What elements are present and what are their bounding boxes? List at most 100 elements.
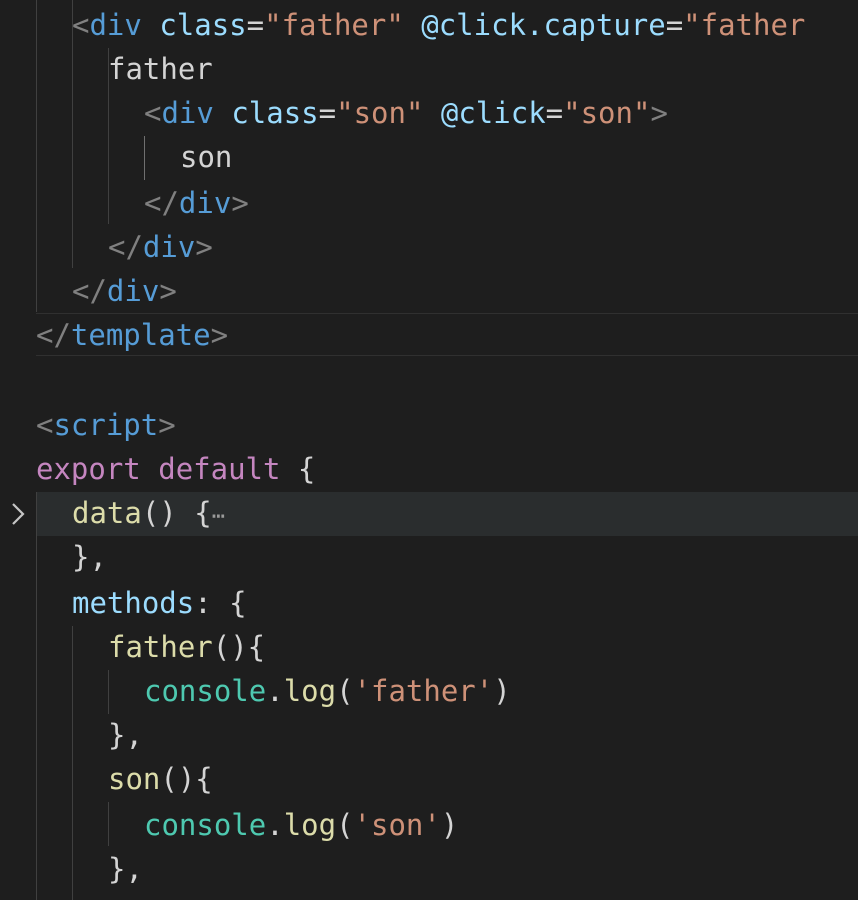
code-token: (){	[160, 762, 213, 796]
code-token: 'father'	[353, 674, 494, 708]
code-text: export default {	[36, 447, 315, 491]
code-token: </	[108, 230, 143, 264]
code-text: console.log('father')	[144, 669, 511, 713]
code-line[interactable]: </div>	[0, 181, 858, 225]
code-token: =	[545, 96, 564, 130]
code-token: console	[144, 674, 267, 708]
code-editor[interactable]: <div class="father" @click.capture="fath…	[0, 0, 858, 900]
code-text: </div>	[144, 181, 249, 225]
code-line[interactable]: data() {⋯	[0, 491, 858, 535]
code-text: methods: {	[72, 581, 247, 625]
code-token: console	[144, 808, 267, 842]
code-line[interactable]: </div>	[0, 269, 858, 313]
code-token: () {	[141, 496, 212, 530]
code-token: },	[108, 852, 143, 886]
code-line[interactable]: },	[0, 713, 858, 757]
code-line[interactable]: <div class="father" @click.capture="fath…	[0, 3, 858, 47]
code-line[interactable]: console.log('son')	[0, 803, 858, 847]
code-text: </div>	[108, 225, 213, 269]
code-text: father(){	[108, 625, 265, 669]
code-line[interactable]: <div class="son" @click="son">	[0, 91, 858, 135]
code-token: },	[108, 718, 143, 752]
code-text: },	[108, 713, 143, 757]
code-token: (	[336, 674, 354, 708]
code-token: )	[440, 808, 459, 842]
code-token: class	[159, 8, 247, 42]
code-token: =	[318, 96, 337, 130]
code-token: (	[336, 808, 354, 842]
code-token: log	[283, 674, 337, 708]
code-token: >	[158, 408, 176, 442]
code-token: default	[158, 452, 281, 486]
code-token: div	[89, 8, 142, 42]
code-token: data	[72, 496, 142, 530]
code-text: <div class="father" @click.capture="fath…	[72, 3, 805, 47]
code-text: </div>	[72, 269, 177, 313]
code-token: methods	[72, 586, 195, 620]
code-token: div	[161, 96, 214, 130]
code-token: @click.capture	[421, 8, 666, 42]
code-text: father	[108, 47, 213, 91]
code-token: div	[142, 230, 196, 264]
code-token: father	[108, 630, 213, 664]
code-text: <script>	[36, 403, 176, 447]
code-token: div	[106, 274, 160, 308]
code-token: >	[210, 318, 229, 352]
code-text: son	[180, 135, 232, 179]
code-text: console.log('son')	[144, 803, 458, 847]
code-token: "father"	[264, 8, 404, 42]
code-token: =	[246, 8, 265, 42]
code-text: },	[108, 847, 143, 891]
code-token: {	[280, 452, 316, 486]
code-line[interactable]: },	[0, 847, 858, 891]
code-line[interactable]: <script>	[0, 403, 858, 447]
code-token: son	[108, 762, 161, 796]
code-token: 'son'	[353, 808, 441, 842]
code-token: @click	[440, 96, 546, 130]
code-line[interactable]	[0, 357, 858, 401]
code-line[interactable]: </template>	[0, 313, 858, 357]
code-line[interactable]: methods: {	[0, 581, 858, 625]
code-token: script	[53, 408, 159, 442]
code-token: </	[144, 186, 179, 220]
code-token: </	[36, 318, 71, 352]
code-line[interactable]: son	[0, 135, 858, 179]
code-token: <	[144, 96, 162, 130]
code-token: >	[650, 96, 668, 130]
code-line[interactable]: export default {	[0, 447, 858, 491]
code-token: </	[72, 274, 107, 308]
code-text: <div class="son" @click="son">	[144, 91, 668, 135]
code-line[interactable]	[0, 891, 858, 900]
code-text: },	[72, 535, 107, 579]
code-token: },	[72, 540, 107, 574]
code-token: export	[36, 452, 141, 486]
code-token: )	[493, 674, 511, 708]
code-text: </template>	[36, 313, 228, 357]
code-line[interactable]: son(){	[0, 757, 858, 801]
code-token: (){	[212, 630, 266, 664]
folded-region-ellipsis[interactable]: ⋯	[212, 504, 225, 529]
code-token: : {	[194, 586, 247, 620]
code-line[interactable]: },	[0, 535, 858, 579]
code-token: "son"	[563, 96, 651, 130]
code-token: div	[178, 186, 232, 220]
code-token: class	[231, 96, 319, 130]
code-token: father	[108, 52, 213, 86]
code-text: son(){	[108, 757, 213, 801]
code-line[interactable]: console.log('father')	[0, 669, 858, 713]
code-token: "son"	[336, 96, 424, 130]
code-token: >	[159, 274, 177, 308]
code-token: "father	[683, 8, 806, 42]
code-line[interactable]: father(){	[0, 625, 858, 669]
code-line[interactable]: father	[0, 47, 858, 91]
code-line[interactable]: </div>	[0, 225, 858, 269]
code-token: template	[70, 318, 211, 352]
code-token: >	[231, 186, 249, 220]
code-token: son	[180, 140, 233, 174]
code-token: .	[266, 808, 284, 842]
